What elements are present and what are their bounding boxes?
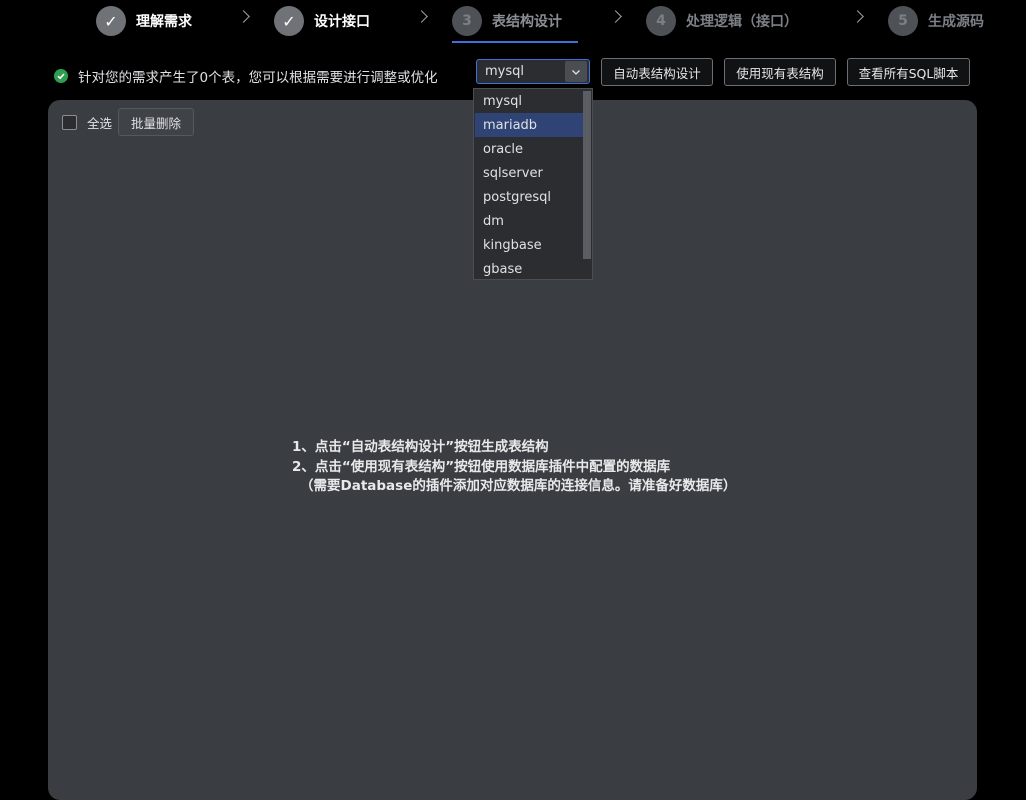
info-text: 针对您的需求产生了0个表，您可以根据需要进行调整或优化: [78, 70, 438, 86]
select-value: mysql: [485, 64, 524, 79]
empty-hint: 1、点击“自动表结构设计”按钮生成表结构 2、点击“使用现有表结构”按钮使用数据…: [292, 438, 736, 497]
step-number: 5: [888, 6, 918, 36]
option-sqlserver[interactable]: sqlserver: [475, 161, 591, 185]
option-gbase[interactable]: gbase: [475, 257, 591, 279]
option-mysql[interactable]: mysql: [475, 89, 591, 113]
option-dm[interactable]: dm: [475, 209, 591, 233]
chevron-down-icon[interactable]: [565, 61, 587, 82]
step-understand-requirements[interactable]: ✓ 理解需求: [96, 5, 192, 37]
active-step-indicator: [452, 41, 578, 43]
dropdown-scrollbar[interactable]: [583, 91, 591, 259]
view-sql-button[interactable]: 查看所有SQL脚本: [847, 58, 970, 86]
option-postgresql[interactable]: postgresql: [475, 185, 591, 209]
database-type-dropdown: mysql mariadb oracle sqlserver postgresq…: [473, 88, 593, 280]
option-kingbase[interactable]: kingbase: [475, 233, 591, 257]
check-circle-icon: [54, 69, 68, 83]
step-generate-source[interactable]: 5 生成源码: [888, 5, 984, 37]
check-icon: ✓: [274, 6, 304, 36]
step-number: 4: [646, 6, 676, 36]
hint-line-2: 2、点击“使用现有表结构”按钮使用数据库插件中配置的数据库: [292, 458, 671, 475]
step-label: 处理逻辑（接口）: [686, 14, 798, 30]
checkbox-box[interactable]: [62, 115, 77, 130]
use-existing-button[interactable]: 使用现有表结构: [724, 58, 836, 86]
chevron-right-icon: [609, 10, 622, 23]
step-process-logic[interactable]: 4 处理逻辑（接口）: [646, 5, 798, 37]
chevron-right-icon: [415, 10, 428, 23]
step-label: 理解需求: [136, 14, 192, 30]
hint-line-1: 1、点击“自动表结构设计”按钮生成表结构: [292, 439, 549, 455]
step-label: 表结构设计: [492, 14, 562, 30]
stepper: ✓ 理解需求 ✓ 设计接口 3 表结构设计 4 处理逻辑（接口） 5 生成源码: [0, 0, 1026, 44]
database-type-select[interactable]: mysql: [476, 59, 590, 84]
check-icon: ✓: [96, 6, 126, 36]
hint-line-3: （需要Database的插件添加对应数据库的连接信息。请准备好数据库）: [300, 478, 737, 494]
chevron-right-icon: [851, 10, 864, 23]
select-all-checkbox[interactable]: 全选: [62, 113, 112, 132]
select-all-label: 全选: [87, 116, 113, 131]
step-label: 生成源码: [928, 14, 984, 30]
option-oracle[interactable]: oracle: [475, 137, 591, 161]
option-mariadb[interactable]: mariadb: [475, 113, 591, 137]
step-label: 设计接口: [314, 14, 370, 30]
batch-delete-button[interactable]: 批量删除: [118, 108, 194, 136]
step-design-api[interactable]: ✓ 设计接口: [274, 5, 370, 37]
step-table-design[interactable]: 3 表结构设计: [452, 5, 562, 37]
auto-design-button[interactable]: 自动表结构设计: [601, 58, 713, 86]
info-message: 针对您的需求产生了0个表，您可以根据需要进行调整或优化: [54, 66, 438, 86]
chevron-right-icon: [237, 10, 250, 23]
step-number: 3: [452, 6, 482, 36]
